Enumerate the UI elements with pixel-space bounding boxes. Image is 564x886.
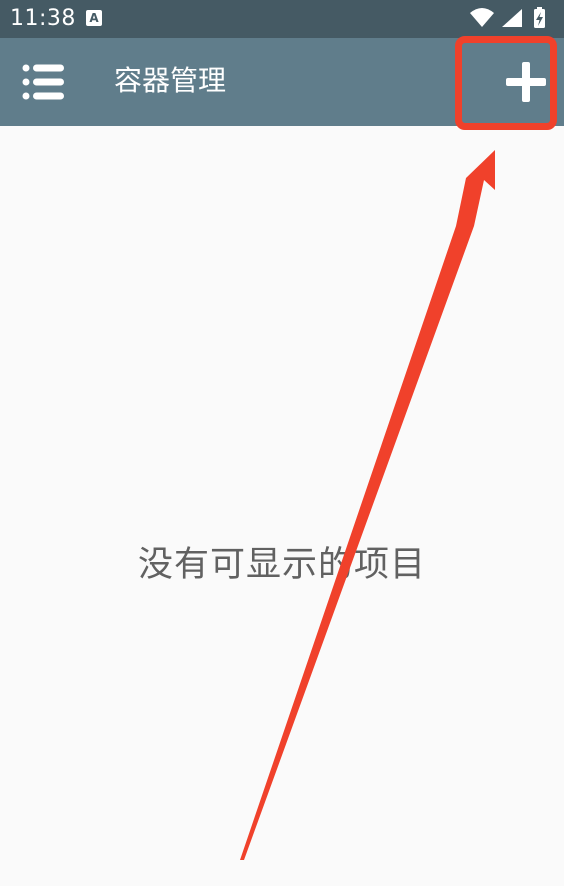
notification-icon: A [86,10,102,26]
add-container-button[interactable] [494,52,558,112]
signal-icon [502,9,522,27]
wifi-icon [470,8,494,27]
annotation-arrow [240,150,495,860]
empty-state-message: 没有可显示的项目 [137,545,426,585]
page-title: 容器管理 [114,64,227,97]
status-time: 11:38 [10,6,76,31]
menu-button[interactable] [14,56,70,108]
plus-icon [506,62,546,102]
battery-charging-icon [534,7,545,28]
status-icons [468,6,554,30]
status-bar: 11:38 A [0,0,564,38]
list-menu-icon [22,64,64,100]
app-screen: 11:38 A 容器管理 没有可显示的项目 [0,0,564,886]
app-bar: 容器管理 [0,38,564,126]
